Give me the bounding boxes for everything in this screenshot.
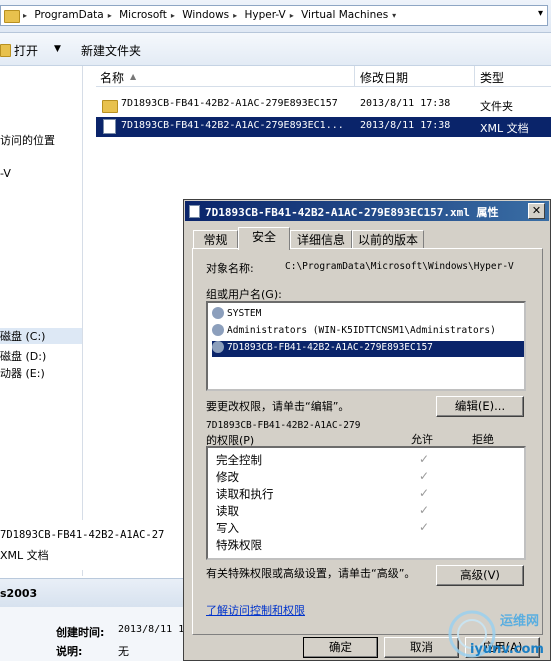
- nav-item-hyperv[interactable]: -V: [0, 167, 11, 180]
- file-date: 2013/8/11 17:38: [360, 98, 451, 109]
- object-name-value: C:\ProgramData\Microsoft\Windows\Hyper-V: [285, 261, 514, 272]
- details-file-type: XML 文档: [0, 549, 49, 562]
- tab-general[interactable]: 常规: [193, 230, 238, 249]
- sort-ascending-icon: ▲: [130, 72, 137, 81]
- details-section-title: s2003: [0, 587, 38, 600]
- column-name[interactable]: 名称: [100, 69, 124, 86]
- breadcrumb: ▸ ProgramData ▸ Microsoft ▸ Windows ▸ Hyper…: [23, 9, 397, 21]
- address-box[interactable]: ▸ ProgramData ▸ Microsoft ▸ Windows ▸ Hyper…: [0, 5, 548, 26]
- folder-icon: [4, 9, 20, 23]
- permission-row: 读取和执行 ✓: [216, 486, 430, 501]
- file-type: 文件夹: [480, 100, 513, 113]
- nav-item-drive-d[interactable]: 磁盘 (D:): [0, 348, 46, 364]
- check-icon: ✓: [419, 469, 430, 483]
- watermark-url: iyunv.com: [470, 642, 544, 657]
- crumb-programdata[interactable]: ProgramData: [34, 9, 103, 21]
- dialog-title: 7D1893CB-FB41-42B2-A1AC-279E893EC157.xml…: [205, 206, 499, 219]
- watermark-logo: 运维网 iyunv.com: [440, 604, 551, 661]
- group-users-label: 组或用户名(G):: [206, 288, 282, 301]
- nav-item-drive-e[interactable]: 动器 (E:): [0, 365, 45, 381]
- check-icon: ✓: [419, 486, 430, 500]
- security-panel: 对象名称: C:\ProgramData\Microsoft\Windows\H…: [192, 248, 543, 635]
- permission-row: 写入 ✓: [216, 520, 430, 535]
- tab-security[interactable]: 安全: [238, 227, 290, 250]
- xml-file-icon: [103, 119, 116, 134]
- description-value: 无: [118, 645, 129, 658]
- properties-dialog: 7D1893CB-FB41-42B2-A1AC-279E893EC157.xml…: [183, 199, 551, 661]
- column-type[interactable]: 类型: [480, 69, 504, 86]
- file-type: XML 文档: [480, 122, 529, 135]
- users-icon: [212, 341, 224, 353]
- advanced-hint: 有关特殊权限或高级设置，请单击“高级”。: [206, 567, 416, 580]
- crumb-windows[interactable]: Windows: [182, 9, 229, 21]
- file-row[interactable]: 7D1893CB-FB41-42B2-A1AC-279E893EC157 201…: [96, 95, 551, 115]
- dialog-titlebar[interactable]: 7D1893CB-FB41-42B2-A1AC-279E893EC157.xml…: [185, 201, 549, 221]
- permission-row: 特殊权限: [216, 538, 262, 552]
- users-icon: [212, 307, 224, 319]
- address-bar: ▸ ProgramData ▸ Microsoft ▸ Windows ▸ Hyper…: [0, 0, 551, 33]
- command-toolbar: 打开 ▼ 新建文件夹: [0, 33, 551, 66]
- change-permissions-hint: 要更改权限，请单击“编辑”。: [206, 400, 350, 413]
- permission-row: 修改 ✓: [216, 469, 430, 484]
- xml-file-icon: [189, 204, 200, 218]
- permissions-for-label: 7D1893CB-FB41-42B2-A1AC-279: [206, 420, 361, 431]
- open-button[interactable]: 打开: [14, 42, 38, 59]
- check-icon: ✓: [419, 452, 430, 466]
- nav-item-drive-c[interactable]: 磁盘 (C:): [0, 328, 82, 344]
- users-list[interactable]: SYSTEM Administrators (WIN-K5IDTTCNSM1\A…: [206, 301, 526, 391]
- folder-icon: [102, 99, 118, 113]
- deny-header: 拒绝: [472, 433, 494, 446]
- open-dropdown-icon[interactable]: ▼: [54, 44, 61, 54]
- description-label: 说明:: [56, 645, 83, 658]
- crumb-virtual-machines[interactable]: Virtual Machines: [301, 9, 388, 21]
- created-value: 2013/8/11 1: [118, 624, 185, 635]
- permissions-list[interactable]: 完全控制 ✓ 修改 ✓ 读取和执行 ✓ 读取 ✓ 写入 ✓ 特殊权限: [206, 446, 526, 560]
- file-row[interactable]: 7D1893CB-FB41-42B2-A1AC-279E893EC1... 20…: [96, 117, 551, 137]
- ok-button[interactable]: 确定: [303, 637, 378, 658]
- advanced-button[interactable]: 高级(V): [436, 565, 524, 586]
- users-icon: [212, 324, 224, 336]
- allow-header: 允许: [411, 433, 433, 446]
- watermark-text: 运维网: [500, 614, 540, 629]
- details-preview: 7D1893CB-FB41-42B2-A1AC-27 XML 文档: [0, 520, 190, 570]
- tab-previous-versions[interactable]: 以前的版本: [352, 230, 424, 249]
- details-pane: 创建时间: 2013/8/11 1 说明: 无: [0, 607, 190, 661]
- list-item[interactable]: SYSTEM: [212, 307, 261, 323]
- nav-item-recent-places[interactable]: 访问的位置: [0, 132, 55, 148]
- history-dropdown-icon[interactable]: ▾: [538, 8, 543, 19]
- file-date: 2013/8/11 17:38: [360, 120, 451, 131]
- column-date[interactable]: 修改日期: [360, 69, 408, 86]
- close-icon[interactable]: ✕: [528, 203, 545, 219]
- details-file-name: 7D1893CB-FB41-42B2-A1AC-27: [0, 529, 165, 541]
- crumb-hyperv[interactable]: Hyper-V: [244, 9, 285, 21]
- check-icon: ✓: [419, 503, 430, 517]
- list-item[interactable]: 7D1893CB-FB41-42B2-A1AC-279E893EC157: [212, 341, 524, 357]
- details-section-header: s2003: [0, 578, 190, 607]
- edit-button[interactable]: 编辑(E)...: [436, 396, 524, 417]
- permission-row: 读取 ✓: [216, 503, 430, 518]
- created-label: 创建时间:: [56, 626, 105, 639]
- open-icon: [0, 43, 11, 57]
- new-folder-button[interactable]: 新建文件夹: [81, 42, 141, 59]
- file-name: 7D1893CB-FB41-42B2-A1AC-279E893EC1...: [121, 120, 344, 131]
- navigation-pane: 访问的位置 -V 磁盘 (C:) 磁盘 (D:) 动器 (E:): [0, 66, 83, 576]
- tab-details[interactable]: 详细信息: [290, 230, 352, 249]
- check-icon: ✓: [419, 520, 430, 534]
- object-name-label: 对象名称:: [206, 262, 254, 275]
- file-name: 7D1893CB-FB41-42B2-A1AC-279E893EC157: [121, 98, 338, 109]
- learn-permissions-link[interactable]: 了解访问控制和权限: [206, 602, 305, 618]
- permission-row: 完全控制 ✓: [216, 452, 430, 467]
- crumb-microsoft[interactable]: Microsoft: [119, 9, 167, 21]
- list-item[interactable]: Administrators (WIN-K5IDTTCNSM1\Administ…: [212, 324, 496, 340]
- file-list-header: 名称 ▲ 修改日期 类型: [96, 66, 551, 87]
